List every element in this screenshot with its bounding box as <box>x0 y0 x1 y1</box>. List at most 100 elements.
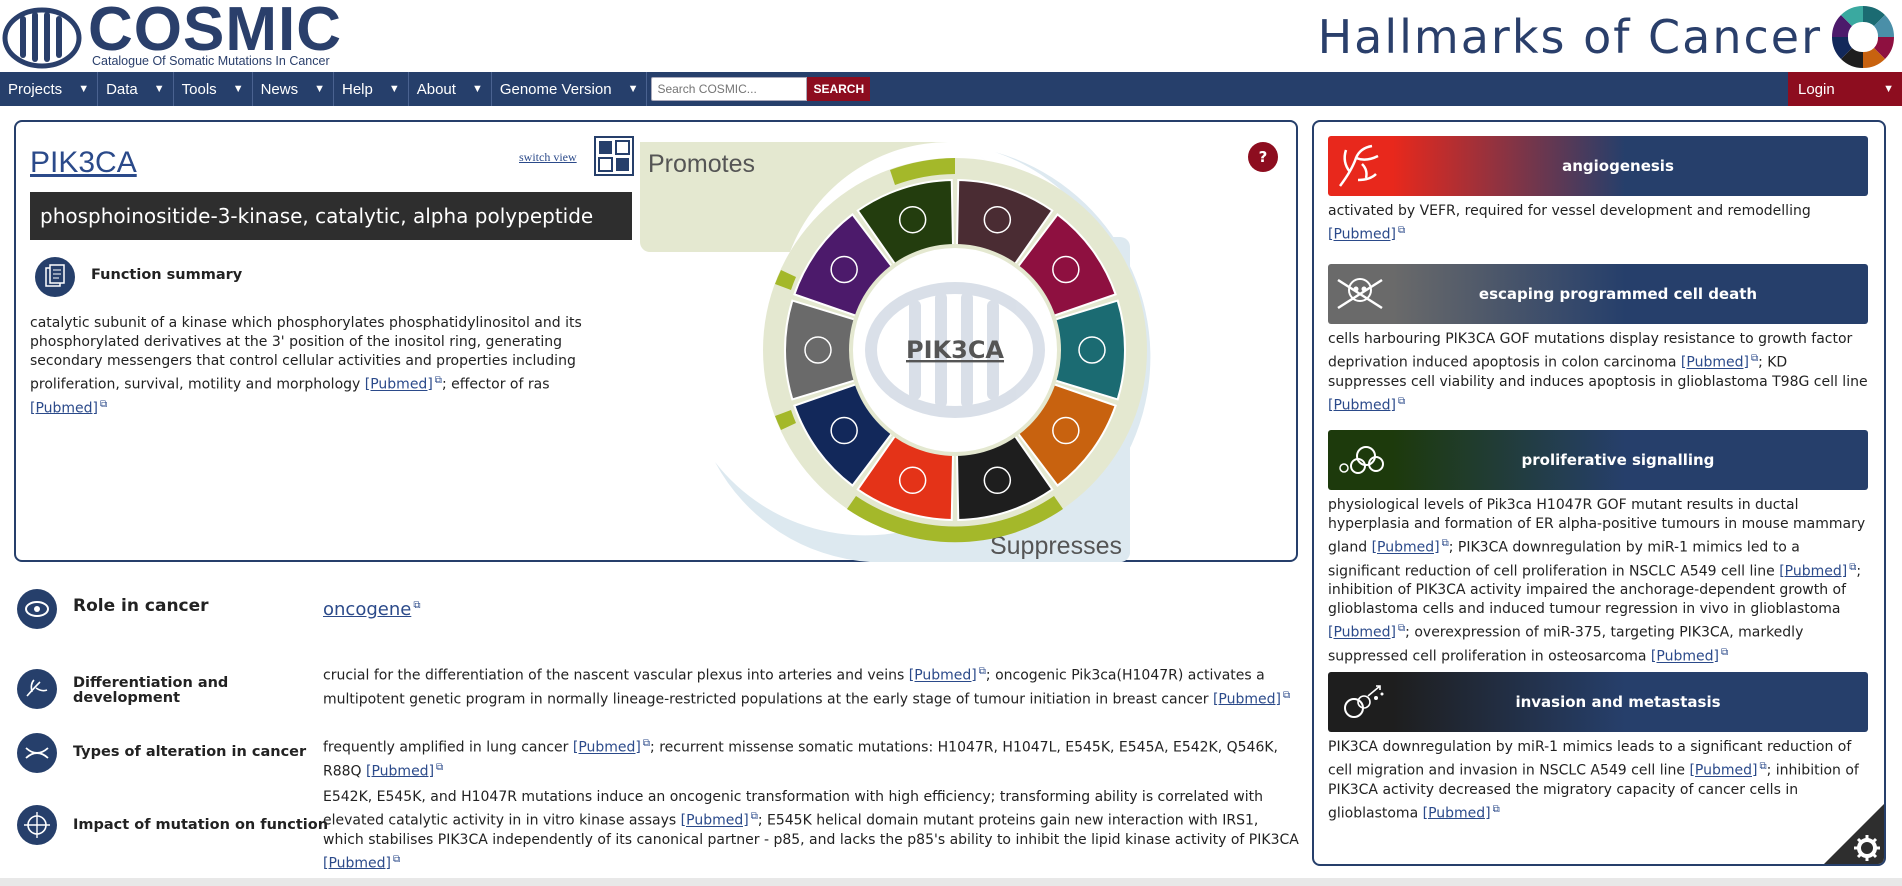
target-icon <box>17 805 57 845</box>
nav-about[interactable]: About ▼ <box>409 72 492 106</box>
settings-gear-icon[interactable] <box>1824 804 1884 864</box>
blood-vessel-icon <box>1338 144 1379 187</box>
oncogene-link[interactable]: oncogene <box>323 599 411 620</box>
nav-help[interactable]: Help ▼ <box>334 72 409 106</box>
search-button[interactable]: SEARCH <box>807 77 871 101</box>
grid-view-icon[interactable] <box>594 136 634 176</box>
external-link-icon: ⧉ <box>1398 225 1406 236</box>
external-link-icon: ⧉ <box>1492 803 1500 815</box>
hallmark-invasion-metastasis: invasion and metastasis PIK3CA downregul… <box>1328 672 1868 823</box>
row-text: frequently amplified in lung cancer <box>323 739 573 756</box>
role-value: oncogene ⧉ <box>323 596 1303 619</box>
external-link-icon: ⧉ <box>413 600 421 611</box>
nav-help-label: Help <box>341 80 373 98</box>
hallmark-proliferative-header[interactable]: proliferative signalling <box>1328 430 1868 490</box>
pubmed-link[interactable]: [Pubmed] <box>909 668 977 684</box>
switch-view-link[interactable]: switch view <box>519 150 577 165</box>
alteration-types-text: frequently amplified in lung cancer [Pub… <box>323 734 1303 781</box>
pubmed-link[interactable]: [Pubmed] <box>366 763 434 779</box>
hallmark-invasion-header[interactable]: invasion and metastasis <box>1328 672 1868 732</box>
hallmark-angiogenesis-header[interactable]: angiogenesis <box>1328 136 1868 196</box>
wheel-gene-label: PIK3CA <box>906 336 1004 364</box>
chevron-down-icon: ▼ <box>153 83 165 95</box>
cosmic-logo[interactable]: COSMIC Catalogue Of Somatic Mutations In… <box>2 0 342 70</box>
cell-cluster-icon <box>1339 446 1384 474</box>
pubmed-link[interactable]: [Pubmed] <box>681 813 749 829</box>
gene-symbol-link[interactable]: PIK3CA <box>30 146 137 180</box>
pubmed-link[interactable]: [Pubmed] <box>1328 397 1396 413</box>
nav-tools[interactable]: Tools ▼ <box>174 72 253 106</box>
pubmed-link[interactable]: [Pubmed] <box>1328 625 1396 641</box>
nav-projects-label: Projects <box>8 80 63 98</box>
role-label: Role in cancer <box>73 596 209 616</box>
hallmarks-wheel: Promotes Suppresses PIK3CA <box>640 142 1151 562</box>
external-link-icon: ⧉ <box>1283 689 1291 701</box>
nav-data[interactable]: Data ▼ <box>98 72 174 106</box>
pubmed-link[interactable]: [Pubmed] <box>573 740 641 756</box>
suppresses-label: Suppresses <box>990 532 1122 560</box>
hallmark-escaping-cell-death: escaping programmed cell death cells har… <box>1328 264 1868 415</box>
pubmed-link[interactable]: [Pubmed] <box>1328 227 1396 243</box>
promotes-label: Promotes <box>648 150 755 178</box>
hallmark-description: activated by VEFR, required for vessel d… <box>1328 202 1868 245</box>
external-link-icon: ⧉ <box>1750 353 1759 364</box>
external-link-icon: ⧉ <box>434 375 442 386</box>
metastasis-icon <box>1344 685 1384 718</box>
pubmed-link[interactable]: [Pubmed] <box>323 855 391 871</box>
page-bottom-edge <box>0 878 1902 886</box>
hallmark-description: physiological levels of Pik3ca H1047R GO… <box>1328 496 1868 667</box>
hallmark-angiogenesis: angiogenesis activated by VEFR, required… <box>1328 136 1868 245</box>
nav-news-label: News <box>260 80 299 98</box>
alteration-types-label: Types of alteration in cancer <box>73 744 307 760</box>
external-link-icon: ⧉ <box>393 853 401 865</box>
chevron-down-icon: ▼ <box>1883 83 1894 95</box>
role-icon <box>17 589 57 629</box>
cosmic-logo-icon <box>2 7 82 69</box>
hallmark-proliferative-signalling: proliferative signalling physiological l… <box>1328 430 1868 667</box>
pubmed-link[interactable]: [Pubmed] <box>1423 805 1491 821</box>
main-navbar: Projects ▼ Data ▼ Tools ▼ News ▼ Help ▼ About… <box>0 72 1902 106</box>
nav-news[interactable]: News ▼ <box>253 72 334 106</box>
row-text: crucial for the differentiation of the n… <box>323 667 909 684</box>
pubmed-link[interactable]: [Pubmed] <box>1651 649 1719 665</box>
pubmed-link[interactable]: [Pubmed] <box>1372 540 1440 556</box>
chevron-down-icon: ▼ <box>627 83 639 95</box>
hallmarks-wheel-logo-icon <box>1831 5 1895 69</box>
alteration-icon <box>17 733 57 773</box>
hallmark-cell-death-header[interactable]: escaping programmed cell death <box>1328 264 1868 324</box>
external-link-icon: ⧉ <box>1720 646 1729 658</box>
external-link-icon: ⧉ <box>750 811 758 822</box>
pubmed-link[interactable]: [Pubmed] <box>1213 691 1281 707</box>
hallmarks-panel: angiogenesis activated by VEFR, required… <box>1312 120 1886 866</box>
gene-summary-panel: PIK3CA switch view phosphoinositide-3-ki… <box>14 120 1298 562</box>
search-input[interactable] <box>651 77 808 101</box>
pubmed-link[interactable]: [Pubmed] <box>30 400 98 416</box>
site-header: COSMIC Catalogue Of Somatic Mutations In… <box>0 0 1902 72</box>
hallmark-title: proliferative signalling <box>1521 451 1715 469</box>
nav-about-label: About <box>416 80 456 98</box>
pubmed-link[interactable]: [Pubmed] <box>365 377 433 393</box>
external-link-icon: ⧉ <box>100 398 108 410</box>
nav-tools-label: Tools <box>181 80 217 98</box>
pubmed-link[interactable]: [Pubmed] <box>1681 355 1749 371</box>
nav-genome-version[interactable]: Genome Version ▼ <box>492 72 648 106</box>
nav-projects[interactable]: Projects ▼ <box>0 72 99 106</box>
hallmark-title: escaping programmed cell death <box>1478 285 1758 303</box>
skull-crossbones-icon <box>1337 278 1383 310</box>
hallmark-title: invasion and metastasis <box>1515 693 1721 711</box>
function-text: ; effector of ras <box>441 376 550 393</box>
external-link-icon: ⧉ <box>642 738 651 749</box>
pubmed-link[interactable]: [Pubmed] <box>1689 763 1757 779</box>
chevron-down-icon: ▼ <box>471 83 483 95</box>
nav-data-label: Data <box>106 80 138 98</box>
external-link-icon: ⧉ <box>1398 395 1406 407</box>
differentiation-label: Differentiation and development <box>73 675 229 706</box>
pubmed-link[interactable]: [Pubmed] <box>1779 563 1847 579</box>
differentiation-text: crucial for the differentiation of the n… <box>323 662 1303 709</box>
hallmark-title: angiogenesis <box>1562 157 1674 175</box>
wheel-ring: PIK3CA <box>763 158 1147 543</box>
nav-genome-version-label: Genome Version <box>499 80 612 98</box>
mutation-impact-label: Impact of mutation on function <box>73 817 329 833</box>
function-summary-heading: Function summary <box>91 267 243 283</box>
login-button[interactable]: Login ▼ <box>1788 72 1902 106</box>
